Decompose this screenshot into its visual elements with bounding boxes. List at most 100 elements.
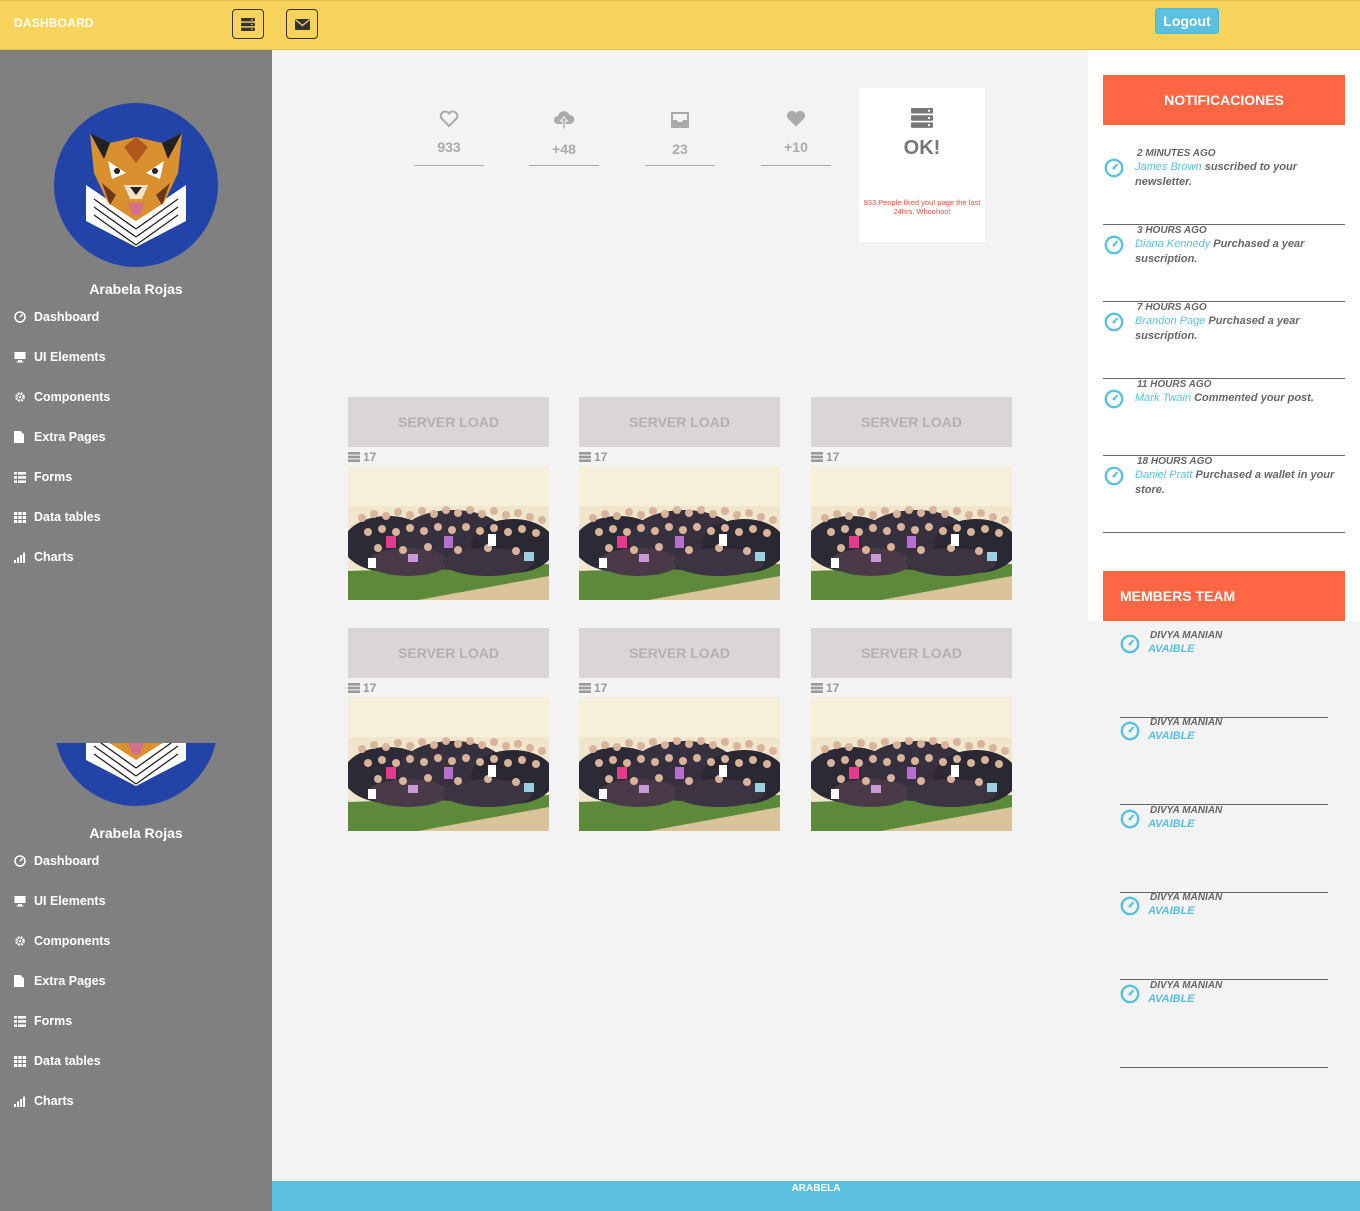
server-icon — [241, 17, 255, 31]
tile-title: SERVER LOAD — [579, 628, 780, 678]
member-item[interactable]: DIVYA MANIAN AVAIBLE — [1120, 805, 1328, 893]
stat-value: 23 — [672, 141, 688, 157]
member-status: AVAIBLE — [1148, 818, 1195, 830]
sidebar-item-label: Extra Pages — [34, 974, 106, 988]
file-icon — [14, 431, 24, 443]
toggle-menu-button[interactable] — [232, 9, 264, 39]
sidebar-item-label: Extra Pages — [34, 430, 106, 444]
notification-item[interactable]: 2 MINUTES AGO James Brown suscribed to y… — [1103, 148, 1345, 225]
notification-author[interactable]: Diana Kennedy — [1135, 238, 1210, 250]
dashboard-icon — [1104, 389, 1124, 409]
sidebar-item-components[interactable]: Components — [14, 377, 110, 417]
sidebar-item-forms[interactable]: Forms — [14, 1001, 110, 1041]
sidebar-item-extra-pages[interactable]: Extra Pages — [14, 961, 110, 1001]
notification-time: 3 HOURS AGO — [1137, 225, 1207, 236]
sidebar-item-extra-pages[interactable]: Extra Pages — [14, 417, 110, 457]
sidebar-item-data-tables[interactable]: Data tables — [14, 1041, 110, 1081]
sidebar-item-label: Data tables — [34, 510, 101, 524]
desktop-icon — [14, 352, 26, 363]
sidebar-item-forms[interactable]: Forms — [14, 457, 110, 497]
server-icon — [579, 682, 591, 693]
tile-count: 17 — [811, 447, 1012, 466]
server-icon — [911, 108, 933, 128]
member-item[interactable]: DIVYA MANIAN AVAIBLE — [1120, 980, 1328, 1068]
stat-uploads[interactable]: +48 — [529, 108, 599, 166]
group-photo-image — [579, 697, 780, 831]
dashboard-icon — [1120, 809, 1140, 829]
sidebar-item-label: Forms — [34, 470, 73, 484]
ok-title: OK! — [903, 137, 941, 159]
notification-item[interactable]: 3 HOURS AGO Diana Kennedy Purchased a ye… — [1103, 225, 1345, 302]
sidebar-item-data-tables[interactable]: Data tables — [14, 497, 110, 537]
server-load-tile[interactable]: SERVER LOAD 17 — [579, 397, 780, 600]
sidebar-item-label: Components — [34, 390, 111, 404]
server-load-tile[interactable]: SERVER LOAD 17 — [348, 628, 549, 831]
ok-message: 933 People liked you! page the last 24hr… — [863, 198, 981, 216]
server-load-tile[interactable]: SERVER LOAD 17 — [811, 397, 1012, 600]
dashboard-icon — [1120, 984, 1140, 1004]
member-item[interactable]: DIVYA MANIAN AVAIBLE — [1120, 630, 1328, 718]
sidebar-item-dashboard[interactable]: Dashboard — [14, 297, 110, 337]
list-icon — [14, 471, 26, 483]
user-name: Arabela Rojas — [89, 281, 183, 297]
stat-favorites[interactable]: +10 — [761, 108, 831, 166]
stat-value: 933 — [437, 139, 461, 155]
sidebar-item-label: UI Elements — [34, 894, 106, 908]
footer: ARABELA — [272, 1181, 1360, 1211]
stat-value: +48 — [552, 141, 576, 157]
brand-title[interactable]: DASHBOARD — [14, 16, 94, 30]
tile-title: SERVER LOAD — [811, 397, 1012, 447]
notification-item[interactable]: 11 HOURS AGO Mark Twain Commented your p… — [1103, 379, 1345, 456]
sidebar-item-charts[interactable]: Charts — [14, 1081, 110, 1121]
file-icon — [14, 975, 24, 987]
notification-body: Commented your post. — [1191, 392, 1314, 404]
avatar[interactable] — [54, 743, 218, 806]
dashboard-icon — [1104, 235, 1124, 255]
gear-icon — [15, 936, 25, 946]
dashboard-icon — [1104, 312, 1124, 332]
avatar[interactable] — [54, 103, 218, 267]
sidebar: Arabela Rojas Dashboard UI Elements Comp… — [0, 50, 272, 1211]
stat-value: +10 — [784, 139, 808, 155]
sidebar-menu: Dashboard UI Elements Components Extra P… — [14, 841, 110, 1121]
tile-count: 17 — [348, 678, 549, 697]
notifications-header: NOTIFICACIONES — [1103, 75, 1345, 125]
notification-time: 2 MINUTES AGO — [1137, 148, 1216, 159]
desktop-icon — [14, 896, 26, 907]
grid-icon — [14, 511, 26, 523]
dashboard-icon — [14, 311, 26, 323]
signal-bars-icon — [14, 552, 25, 563]
member-item[interactable]: DIVYA MANIAN AVAIBLE — [1120, 892, 1328, 980]
notification-author[interactable]: Mark Twain — [1135, 392, 1191, 404]
notification-item[interactable]: 7 HOURS AGO Brandon Page Purchased a yea… — [1103, 302, 1345, 379]
sidebar-item-charts[interactable]: Charts — [14, 537, 110, 577]
server-load-tile[interactable]: SERVER LOAD 17 — [579, 628, 780, 831]
server-load-tile[interactable]: SERVER LOAD 17 — [811, 628, 1012, 831]
cloud-upload-icon — [554, 111, 575, 130]
member-item[interactable]: DIVYA MANIAN AVAIBLE — [1120, 717, 1328, 805]
notification-author[interactable]: Brandon Page — [1135, 315, 1205, 327]
logout-button[interactable]: Logout — [1155, 8, 1219, 34]
group-photo-image — [811, 697, 1012, 831]
user-name: Arabela Rojas — [89, 825, 183, 841]
tile-count: 17 — [348, 447, 549, 466]
sidebar-item-components[interactable]: Components — [14, 921, 110, 961]
sidebar-menu: Dashboard UI Elements Components Extra P… — [14, 297, 110, 577]
sidebar-item-dashboard[interactable]: Dashboard — [14, 841, 110, 881]
notification-item[interactable]: 18 HOURS AGO Daniel Pratt Purchased a wa… — [1103, 456, 1345, 533]
notification-text: Daniel Pratt Purchased a wallet in your … — [1135, 468, 1343, 498]
stat-likes[interactable]: 933 — [414, 108, 484, 166]
sidebar-item-ui-elements[interactable]: UI Elements — [14, 881, 110, 921]
sidebar-item-ui-elements[interactable]: UI Elements — [14, 337, 110, 377]
envelope-icon — [294, 18, 310, 30]
notification-time: 11 HOURS AGO — [1137, 379, 1212, 390]
tiger-logo-icon — [86, 743, 186, 786]
messages-button[interactable] — [286, 9, 318, 39]
server-load-tile[interactable]: SERVER LOAD 17 — [348, 397, 549, 600]
notification-author[interactable]: James Brown — [1135, 161, 1202, 173]
notification-author[interactable]: Daniel Pratt — [1135, 469, 1192, 481]
dashboard-icon — [1120, 896, 1140, 916]
tile-count-value: 17 — [363, 680, 377, 695]
stat-inbox[interactable]: 23 — [645, 108, 715, 166]
top-bar: DASHBOARD Logout — [0, 0, 1360, 50]
